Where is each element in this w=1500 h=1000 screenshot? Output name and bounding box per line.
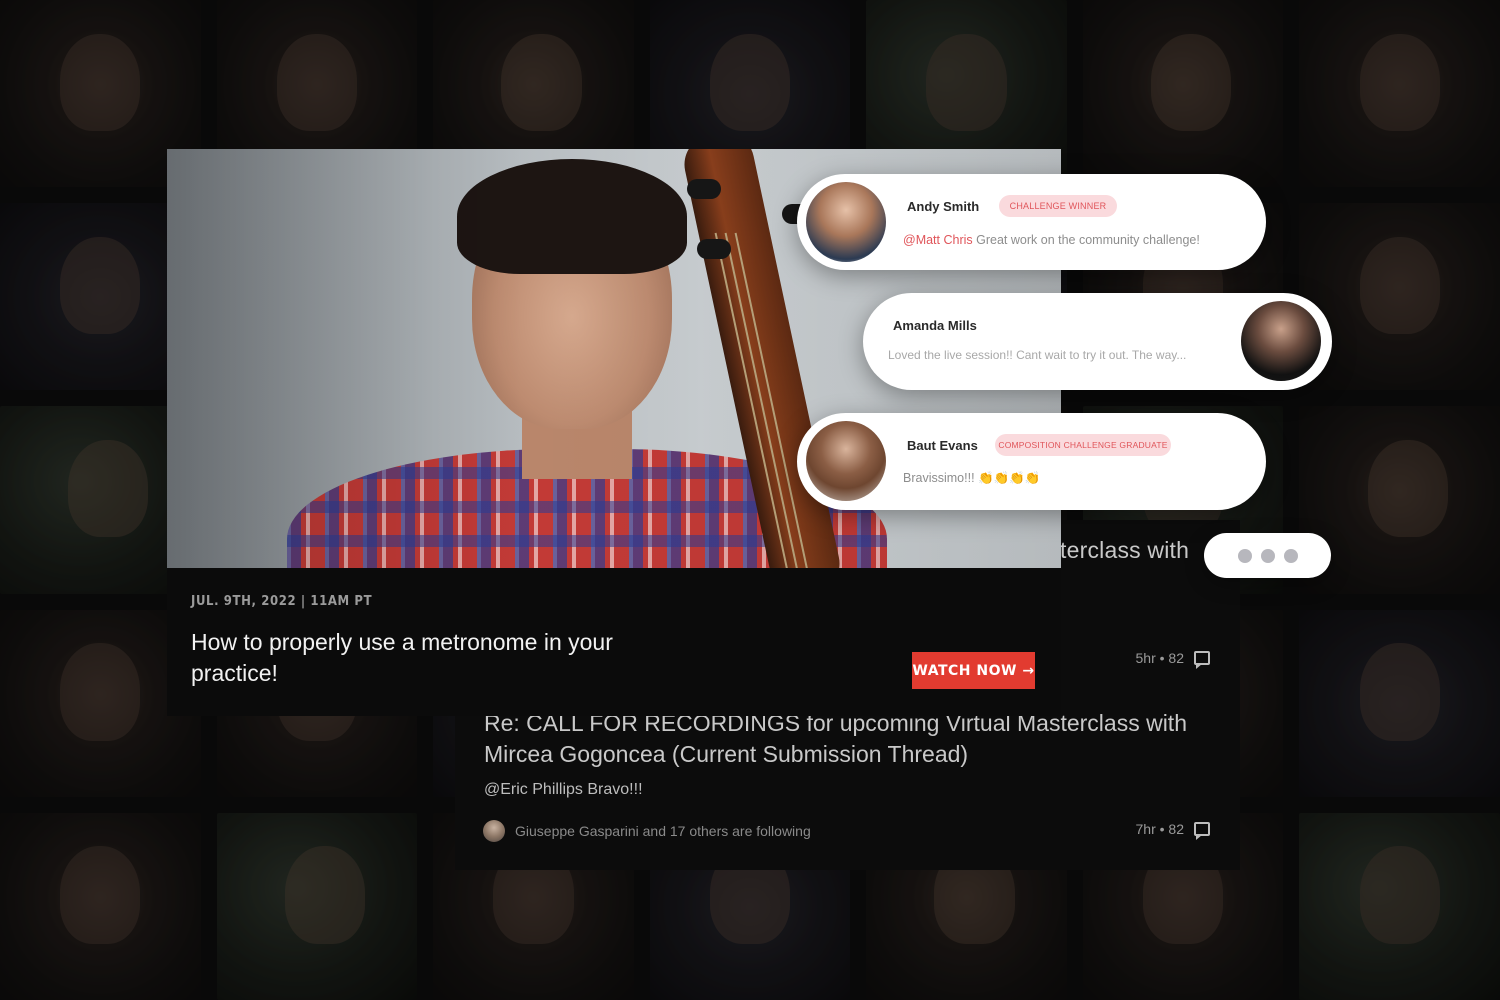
thread-title-partial: terclass with (1060, 537, 1190, 563)
comment-bubble-amanda[interactable]: Amanda Mills Loved the live session!! Ca… (863, 293, 1332, 390)
thread-meta-first: 5hr • 82 (1135, 650, 1210, 669)
comment-bubble-baut[interactable]: Baut Evans Composition Challenge Graduat… (797, 413, 1266, 510)
comment-author: Andy Smith (907, 199, 980, 214)
comment-icon[interactable] (1194, 651, 1210, 669)
typing-dot (1260, 548, 1275, 563)
typing-dot (1283, 548, 1298, 563)
session-title[interactable]: How to properly use a metronome in your … (191, 627, 671, 689)
typing-dot (1237, 548, 1252, 563)
followers-text: Giuseppe Gasparini and 17 others are fol… (515, 823, 811, 839)
comment-message: @Matt Chris Great work on the community … (903, 233, 1200, 247)
thread-title[interactable]: Re: CALL FOR RECORDINGS for upcoming Vir… (484, 708, 1224, 770)
comment-message: Bravissimo!!! 👏👏👏👏 (903, 471, 1041, 485)
session-date: JUL. 9TH, 2022 | 11AM PT (191, 594, 373, 609)
thread-meta-text: 7hr • 82 (1135, 821, 1185, 837)
thread-followers: Giuseppe Gasparini and 17 others are fol… (483, 820, 811, 842)
mention-link[interactable]: @Matt Chris (903, 233, 973, 247)
typing-indicator (1204, 533, 1331, 578)
thread-meta-text: 5hr • 82 (1135, 650, 1185, 666)
thread-meta-second: 7hr • 82 (1135, 821, 1210, 840)
comment-author: Amanda Mills (893, 318, 977, 333)
comment-bubble-andy[interactable]: Andy Smith Challenge Winner @Matt Chris … (797, 174, 1266, 270)
challenge-winner-badge: Challenge Winner (999, 195, 1117, 217)
comment-icon[interactable] (1194, 822, 1210, 840)
avatar (1241, 301, 1321, 381)
follower-avatar (483, 820, 505, 842)
watch-now-button[interactable]: WATCH NOW → (912, 652, 1035, 689)
avatar (806, 421, 886, 501)
comment-message: Loved the live session!! Cant wait to tr… (888, 348, 1187, 362)
thread-reply-preview: @Eric Phillips Bravo!!! (484, 781, 643, 798)
comment-author: Baut Evans (907, 438, 978, 453)
composition-graduate-badge: Composition Challenge Graduate (995, 434, 1171, 456)
avatar (806, 182, 886, 262)
comment-text: Great work on the community challenge! (976, 233, 1200, 247)
